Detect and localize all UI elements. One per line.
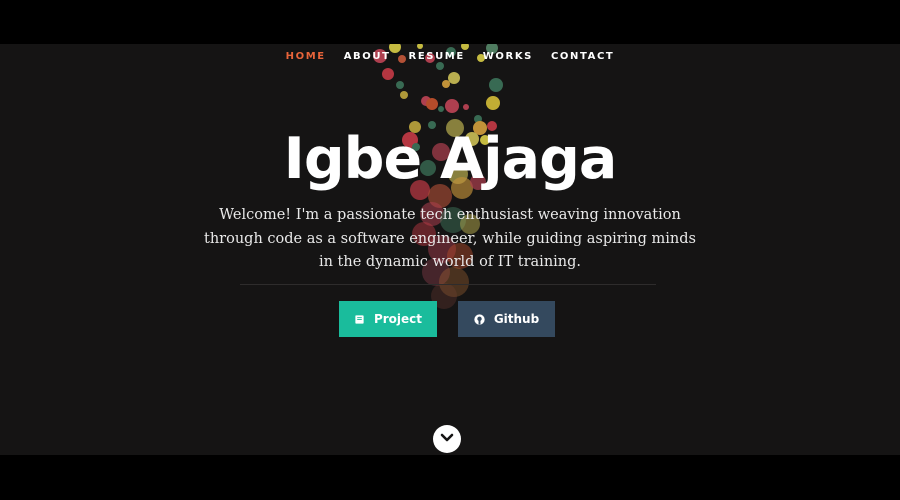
github-button-label: Github bbox=[493, 312, 540, 326]
nav-item-home[interactable]: HOME bbox=[286, 50, 326, 62]
chevron-down-icon bbox=[440, 430, 454, 448]
scroll-down-button[interactable] bbox=[433, 425, 461, 453]
project-button[interactable]: Project bbox=[339, 301, 437, 337]
hero-title: Igbe Ajaga bbox=[283, 126, 618, 192]
hero-section: HOME ABOUT RESUME WORKS CONTACT Igbe Aja… bbox=[0, 44, 900, 455]
github-button[interactable]: Github bbox=[458, 301, 555, 337]
nav-item-about[interactable]: ABOUT bbox=[344, 50, 391, 62]
nav-item-contact[interactable]: CONTACT bbox=[551, 50, 614, 62]
hero-intro: Welcome! I'm a passionate tech enthusias… bbox=[204, 207, 696, 270]
hero-divider bbox=[240, 284, 656, 285]
browser-viewport: HOME ABOUT RESUME WORKS CONTACT Igbe Aja… bbox=[0, 0, 900, 500]
github-icon bbox=[474, 313, 485, 325]
project-button-label: Project bbox=[373, 312, 423, 326]
nav-item-works[interactable]: WORKS bbox=[483, 50, 533, 62]
main-nav: HOME ABOUT RESUME WORKS CONTACT bbox=[0, 44, 900, 68]
book-icon bbox=[354, 314, 365, 325]
nav-item-resume[interactable]: RESUME bbox=[409, 50, 465, 62]
